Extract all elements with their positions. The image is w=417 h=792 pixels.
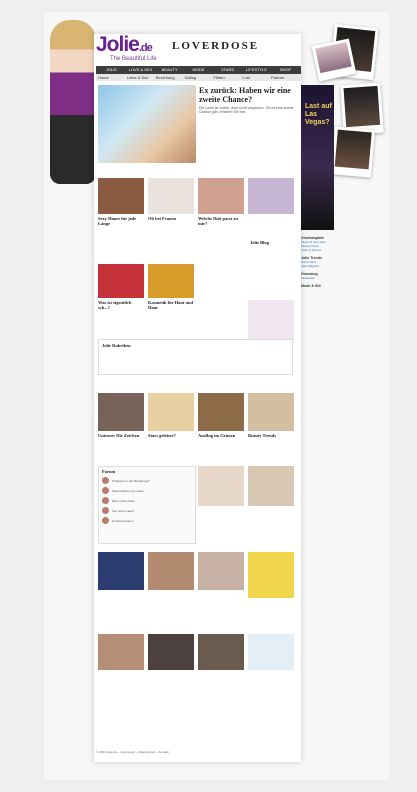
nav-item[interactable]: BEAUTY (156, 67, 183, 73)
forum-post[interactable]: Sex ohne Liebe? (102, 507, 192, 514)
article-image[interactable] (198, 634, 244, 670)
article-image[interactable] (148, 634, 194, 670)
logo-suffix: .de (138, 42, 153, 54)
promo-strip[interactable]: Jolie Rubriken (98, 339, 293, 375)
article-title[interactable]: Ausflug im Grünen (198, 433, 244, 438)
avatar (102, 517, 109, 524)
forum-post-title: Sternzeichen und Liebe (112, 488, 144, 493)
forum-post[interactable]: Probleme in der Beziehung? (102, 477, 192, 484)
article-title[interactable]: Stars gefeiert? (148, 433, 194, 438)
article-title[interactable]: Jolie Blog (250, 240, 296, 245)
forum-post[interactable]: Mein erstes Date (102, 497, 192, 504)
article-title[interactable]: Sexy Haare für jede Länge (98, 216, 144, 226)
article-title[interactable]: Was ist eigentlich sch...? (98, 300, 144, 310)
article-image[interactable] (148, 264, 194, 298)
article-image[interactable] (98, 552, 144, 590)
sidebar-link[interactable]: Stars & Stories (301, 248, 341, 252)
nav-item[interactable]: MODE (185, 67, 212, 73)
promo-title: Jolie Rubriken (102, 343, 131, 348)
article-image[interactable] (198, 552, 244, 590)
ad-box[interactable] (248, 300, 294, 342)
subnav-item[interactable]: Beziehung (156, 75, 184, 80)
nav-item[interactable]: LOVE & SEX (127, 67, 154, 73)
forum-post-title: Sex ohne Liebe? (112, 508, 135, 513)
hero-image[interactable] (98, 85, 196, 163)
article-image[interactable] (98, 178, 144, 214)
article-image[interactable] (98, 393, 144, 431)
forum-post-title: Mein erstes Date (112, 498, 135, 503)
avatar (102, 487, 109, 494)
avatar (102, 507, 109, 514)
cover-model-image (50, 20, 96, 184)
article-title[interactable]: Ob bei Frauen (148, 216, 194, 221)
subnav-item[interactable]: Liebe & Sex (127, 75, 155, 80)
article-image[interactable] (248, 178, 294, 214)
article-title[interactable]: Beauty Trends (248, 433, 294, 438)
sidebar-link[interactable]: Newsletter (301, 276, 341, 280)
article-image[interactable] (248, 552, 294, 598)
article-title[interactable]: Welche Diät passt zu mir? (198, 216, 244, 226)
article-image[interactable] (148, 178, 194, 214)
polaroid-photo (311, 38, 357, 82)
main-nav: JOLIE LOVE & SEX BEAUTY MODE STARS LIFES… (96, 66, 301, 74)
sub-nav: Home Liebe & Sex Beziehung Dating Flirte… (96, 74, 301, 81)
article-title[interactable]: Kosmetik für Haut und Haar (148, 300, 194, 310)
logo-text: Jolie (96, 33, 140, 56)
article-image[interactable] (198, 466, 244, 506)
nav-item[interactable]: SHOP (272, 67, 299, 73)
subnav-item[interactable]: Lust (242, 75, 270, 80)
side-advertisement[interactable]: Last auf Las Vegas? (301, 85, 334, 230)
article-image[interactable] (248, 393, 294, 431)
footer: © 2024 Jolie.de – Impressum – Datenschut… (96, 750, 169, 754)
article-image[interactable] (98, 264, 144, 298)
subnav-item[interactable]: Flirten (213, 75, 241, 80)
nav-item[interactable]: LIFESTYLE (243, 67, 270, 73)
article-image[interactable] (198, 393, 244, 431)
ad-title: Last auf Las Vegas? (305, 103, 332, 126)
article-image[interactable] (148, 552, 194, 590)
right-sidebar: Gewinnspiele Tipps für die Liebe Beauty-… (301, 232, 341, 288)
sidebar-link[interactable]: Jolie Magazin (301, 264, 341, 268)
forum-post-title: Hochzeit planen (112, 518, 134, 523)
site-logo[interactable]: Jolie.de (96, 33, 153, 57)
hero-teaser: Die Liebe ist vorbei, doch nicht vergess… (199, 106, 294, 114)
forum-title: Forum (102, 469, 116, 474)
subnav-item[interactable]: Dating (185, 75, 213, 80)
subnav-item[interactable]: Home (98, 75, 126, 80)
polaroid-photo (330, 126, 376, 178)
avatar (102, 477, 109, 484)
forum-post[interactable]: Sternzeichen und Liebe (102, 487, 192, 494)
forum-post[interactable]: Hochzeit planen (102, 517, 192, 524)
site-tagline: The Beautiful Life (110, 56, 157, 62)
avatar (102, 497, 109, 504)
article-image[interactable] (148, 393, 194, 431)
sidebar-section-title: Mode & Stil (301, 284, 321, 288)
forum-box: Forum Probleme in der Beziehung? Sternze… (98, 466, 196, 544)
forum-post-title: Probleme in der Beziehung? (112, 478, 150, 483)
nav-item[interactable]: JOLIE (98, 67, 125, 73)
article-image[interactable] (198, 178, 244, 214)
article-image[interactable] (248, 466, 294, 506)
hero-title[interactable]: Ex zurück: Haben wir eine zweite Chance? (199, 86, 299, 104)
subnav-item[interactable]: Partner (271, 75, 299, 80)
article-image[interactable] (98, 634, 144, 670)
section-title: LOVERDOSE (172, 40, 260, 52)
article-image[interactable] (248, 634, 294, 670)
article-title[interactable]: Untreue: Die Zeichen (98, 433, 144, 438)
nav-item[interactable]: STARS (214, 67, 241, 73)
